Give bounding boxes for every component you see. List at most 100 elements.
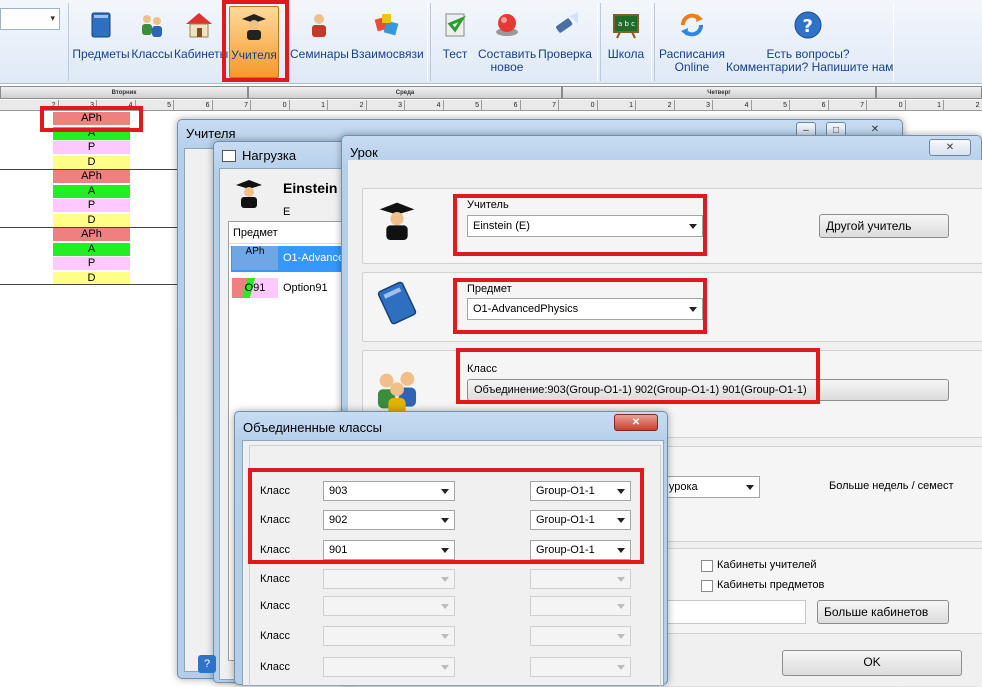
more-rooms-button[interactable]: Больше кабинетов (817, 600, 949, 624)
group-select[interactable]: Group-O1-1 (530, 510, 631, 530)
period-cell: 2 (636, 100, 675, 111)
period-cell: 2 (20, 100, 59, 111)
group-select[interactable]: Group-O1-1 (530, 481, 631, 501)
teacher-select[interactable]: Einstein (E) (467, 215, 703, 237)
day-header-wednesday: Среда (248, 86, 562, 99)
generate-new-button[interactable]: Составить новое (478, 6, 536, 78)
subject-name: Option91 (283, 282, 328, 294)
teacher-rooms-checkbox[interactable] (701, 560, 713, 572)
subject-rooms-checkbox[interactable] (701, 580, 713, 592)
subjects-button[interactable]: Предметы (72, 6, 130, 78)
subject-name: O1-Advance (283, 252, 345, 264)
period-cell: 4 (405, 100, 444, 111)
class-select[interactable]: 903 (323, 481, 455, 501)
lesson-card[interactable]: A (53, 184, 130, 198)
period-cell: 3 (59, 100, 97, 111)
other-teacher-button[interactable]: Другой учитель (819, 214, 949, 238)
more-weeks-label[interactable]: Больше недель / семест (829, 480, 954, 492)
load-table-header: Предмет (229, 222, 359, 244)
period-cell: 3 (675, 100, 713, 111)
period-cell: 5 (752, 100, 790, 111)
class-select[interactable]: 902 (323, 510, 455, 530)
teacher-select-value: Einstein (E) (473, 220, 530, 232)
seminars-button[interactable]: Семинары (290, 6, 349, 78)
period-cell: 7 (213, 100, 251, 111)
group-select (530, 596, 631, 616)
class-select[interactable] (323, 626, 455, 646)
close-button[interactable]: ✕ (614, 414, 658, 431)
lesson-card[interactable]: P (53, 199, 130, 212)
period-cell: 0 (867, 100, 906, 111)
class-select[interactable] (323, 657, 455, 677)
period-cell: 6 (482, 100, 521, 111)
lesson-card[interactable]: D (53, 155, 130, 169)
combined-window-title: Объединенные классы (243, 420, 382, 435)
lesson-card[interactable]: P (53, 257, 130, 270)
chevron-down-icon (441, 665, 449, 670)
period-cell: 7 (521, 100, 559, 111)
sync-icon (681, 13, 703, 37)
online-timetables-button[interactable]: Расписания Online (658, 6, 726, 78)
class-select[interactable]: 901 (323, 540, 455, 560)
combined-classes-window[interactable]: Объединенные классы ✕ Класс 903 Group-O1-1… (234, 411, 668, 687)
day-header-next (876, 86, 982, 99)
lesson-card[interactable]: A (53, 126, 130, 140)
class-row-label: Класс (260, 630, 290, 642)
chevron-down-icon (617, 548, 625, 553)
load-window-title: Нагрузка (242, 148, 297, 163)
period-cell: 2 (944, 100, 982, 111)
close-button[interactable]: ✕ (929, 139, 971, 156)
group-select-value: Group-O1-1 (536, 514, 595, 526)
class-select[interactable] (323, 569, 455, 589)
group-select (530, 626, 631, 646)
test-button[interactable]: Тест (435, 6, 475, 78)
load-row[interactable]: O91 Option91 (231, 276, 357, 302)
lesson-card[interactable]: D (53, 213, 130, 227)
class-combined-button[interactable]: Объединение:903(Group-O1-1) 902(Group-O1… (467, 379, 949, 401)
load-row-selected[interactable]: APh O1-Advance (231, 246, 357, 272)
help-icon: ? (203, 658, 211, 670)
subject-select[interactable]: O1-AdvancedPhysics (467, 298, 703, 320)
class-row-divider-1 (0, 169, 180, 170)
period-header-row: 2345670123456701234567012 (0, 100, 982, 111)
group-select[interactable]: Group-O1-1 (530, 540, 631, 560)
period-cell: 1 (906, 100, 944, 111)
group-select-value: Group-O1-1 (536, 485, 595, 497)
lesson-card[interactable]: A (53, 242, 130, 256)
students-icon (142, 15, 162, 37)
classes-button[interactable]: Классы (131, 6, 173, 78)
house-icon (186, 13, 212, 38)
chevron-down-icon (617, 665, 625, 670)
lesson-card[interactable]: APh (53, 112, 130, 125)
feedback-label-line2: Комментарии? Напишите нам (726, 60, 894, 74)
period-cell: 1 (598, 100, 636, 111)
search-dropdown-arrow[interactable]: ▾ (50, 13, 55, 24)
period-cell: 3 (367, 100, 405, 111)
class-label: Класс (467, 363, 497, 375)
svg-text:?: ? (803, 16, 813, 37)
chevron-down-icon (746, 485, 754, 490)
teachers-button[interactable]: Учителя (229, 6, 279, 78)
lesson-window-title: Урок (350, 145, 378, 160)
period-cell: 0 (559, 100, 598, 111)
lesson-card[interactable]: P (53, 141, 130, 154)
lesson-card[interactable]: D (53, 271, 130, 285)
class-row-divider-2 (0, 227, 180, 228)
lesson-card[interactable]: APh (53, 170, 130, 183)
school-button[interactable]: a b c Школа (604, 6, 648, 78)
class-select[interactable] (323, 596, 455, 616)
teacher-icon (242, 14, 266, 40)
help-button[interactable]: ? (198, 655, 216, 673)
relations-button[interactable]: Взаимосвязи (351, 6, 424, 78)
search-box[interactable]: ▾ (0, 8, 60, 30)
rooms-button[interactable]: Кабинеты (174, 6, 228, 78)
rooms-list[interactable] (660, 600, 806, 624)
class-row-label: Класс (260, 485, 290, 497)
class-row-label: Класс (260, 600, 290, 612)
check-button[interactable]: Проверка (537, 6, 593, 78)
ok-button[interactable]: OK (782, 650, 962, 676)
feedback-button[interactable]: ? Есть вопросы? Комментарии? Напишите на… (726, 6, 894, 78)
group-select (530, 657, 631, 677)
teacher-icon (236, 180, 262, 208)
lesson-card[interactable]: APh (53, 228, 130, 241)
